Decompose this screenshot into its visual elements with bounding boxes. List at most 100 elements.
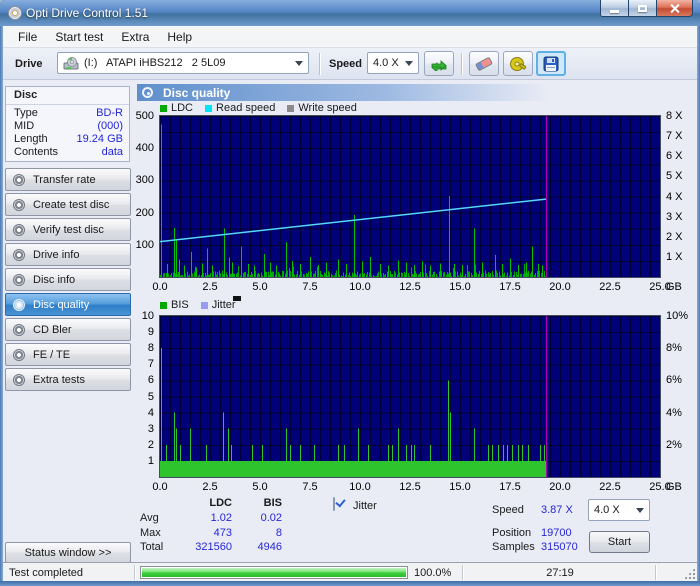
minimize-icon [610, 9, 619, 13]
stats-avg-label: Avg [140, 512, 159, 524]
axis-tick: 15.0 [449, 281, 471, 293]
axis-tick: 2.5 [202, 481, 218, 493]
sidebar-item-create-test-disc[interactable]: Create test disc [5, 193, 131, 216]
sidebar-item-label: Extra tests [33, 373, 85, 386]
drive-icon [63, 56, 79, 69]
jitter-checkbox[interactable] [333, 497, 335, 511]
legend-label: Read speed [216, 102, 276, 114]
disc-tools-icon [510, 56, 527, 71]
axis-tick: 500 [135, 110, 154, 122]
title-bar[interactable]: Opti Drive Control 1.51 [0, 0, 700, 26]
speed-select[interactable]: 4.0 X [367, 52, 419, 74]
axis-tick: 22.5 [599, 481, 621, 493]
legend-swatch [160, 301, 167, 309]
stats-max-bis: 8 [275, 527, 282, 539]
legend-label: Write speed [298, 102, 357, 114]
legend-swatch [200, 301, 208, 309]
disc-icon [13, 273, 25, 286]
axis-tick: 300 [135, 174, 154, 187]
sidebar-item-cd-bler[interactable]: CD Bler [5, 318, 131, 341]
axis-tick: 15.0 [449, 481, 471, 493]
axis-tick: GB [666, 481, 682, 493]
axis-tick: 100 [135, 238, 154, 251]
stats-max-label: Max [140, 527, 161, 539]
axis-tick: 17.5 [499, 481, 521, 493]
save-button[interactable] [536, 51, 566, 76]
disc-icon [13, 348, 25, 361]
axis-tick: 10 [141, 310, 154, 322]
drive-select-value: (I:) ATAPI iHBS212 2 5L09 [84, 57, 226, 69]
sidebar-item-disc-quality[interactable]: Disc quality [5, 293, 131, 316]
legend-swatch [287, 104, 295, 112]
maximize-button[interactable] [628, 0, 657, 17]
sidebar-item-label: FE / TE [33, 348, 71, 361]
window-frame-left [0, 26, 3, 581]
sidebar-item-label: Verify test disc [33, 223, 104, 236]
axis-tick: 12.5 [399, 281, 421, 293]
menu-file[interactable]: File [9, 27, 46, 47]
minimize-button[interactable] [600, 0, 629, 17]
disc-tools-button[interactable] [503, 51, 533, 76]
sidebar-item-verify-test-disc[interactable]: Verify test disc [5, 218, 131, 241]
speed-label: Speed [329, 58, 363, 70]
disc-mid-value: (000) [97, 120, 123, 132]
window-title: Opti Drive Control 1.51 [26, 6, 149, 20]
legend-item: Jitter [200, 299, 236, 311]
axis-tick: GB [666, 281, 682, 293]
axis-tick: 8 X [666, 110, 683, 122]
axis-tick: 10.0 [349, 281, 371, 293]
sidebar-item-label: Disc quality [33, 298, 90, 311]
legend-marker [233, 296, 241, 301]
speed-result-label: Speed [492, 504, 524, 516]
test-speed-select-value: 4.0 X [594, 504, 620, 516]
status-window-button[interactable]: Status window >> [5, 542, 131, 563]
stats-col-ldc: LDC [209, 497, 232, 509]
stats-max-ldc: 473 [213, 527, 232, 539]
resize-grip[interactable] [684, 568, 695, 579]
bis-chart-legend: BIS Jitter [160, 299, 236, 311]
sidebar-item-extra-tests[interactable]: Extra tests [5, 368, 131, 391]
disc-contents-value: data [101, 146, 123, 158]
start-button-label: Start [607, 536, 632, 548]
erase-disc-button[interactable] [469, 51, 499, 76]
sidebar-item-label: Transfer rate [33, 173, 96, 186]
menu-help[interactable]: Help [158, 27, 201, 47]
test-speed-select[interactable]: 4.0 X [588, 499, 650, 521]
stats-col-bis: BIS [263, 497, 282, 509]
sidebar-item-fe-te[interactable]: FE / TE [5, 343, 131, 366]
axis-tick: 2% [666, 438, 682, 451]
ldc-chart-right-axis: 1 X 2 X 3 X 4 X 5 X 6 X 7 X 8 X [664, 110, 696, 277]
axis-tick: 0.0 [152, 481, 168, 493]
sidebar-item-label: CD Bler [33, 323, 72, 336]
start-button[interactable]: Start [589, 531, 650, 553]
axis-tick: 7.5 [302, 281, 318, 293]
toolbar: Drive (I:) ATAPI iHBS212 2 5L09 Speed 4.… [3, 48, 697, 80]
menu-start-test[interactable]: Start test [46, 27, 112, 47]
axis-tick: 0.0 [152, 281, 168, 293]
drive-select[interactable]: (I:) ATAPI iHBS212 2 5L09 [57, 52, 309, 74]
sidebar-item-disc-info[interactable]: Disc info [5, 268, 131, 291]
refresh-button[interactable] [424, 51, 454, 76]
sidebar-item-drive-info[interactable]: Drive info [5, 243, 131, 266]
sidebar-item-transfer-rate[interactable]: Transfer rate [5, 168, 131, 191]
progress-percent: 100.0% [414, 567, 452, 579]
save-floppy-icon [543, 56, 559, 71]
menu-extra[interactable]: Extra [112, 27, 158, 47]
disc-length-label: Length [14, 133, 48, 145]
close-button[interactable] [656, 0, 693, 17]
axis-tick: 12.5 [399, 481, 421, 493]
legend-label: BIS [171, 299, 189, 311]
menu-bar: File Start test Extra Help [3, 26, 697, 48]
window-frame-bottom [0, 581, 700, 586]
disc-icon [13, 298, 25, 311]
axis-tick: 10% [666, 310, 689, 322]
disc-icon [13, 323, 25, 336]
legend-item: BIS [160, 299, 189, 311]
position-value: 19700 [541, 527, 572, 539]
status-bar: Test completed 100.0% 27:19 [3, 562, 697, 581]
sidebar-item-label: Disc info [33, 273, 76, 286]
status-window-button-label: Status window >> [24, 546, 112, 559]
chevron-down-icon [295, 61, 303, 66]
axis-tick: 10.0 [349, 481, 371, 493]
legend-item: Write speed [287, 102, 357, 114]
